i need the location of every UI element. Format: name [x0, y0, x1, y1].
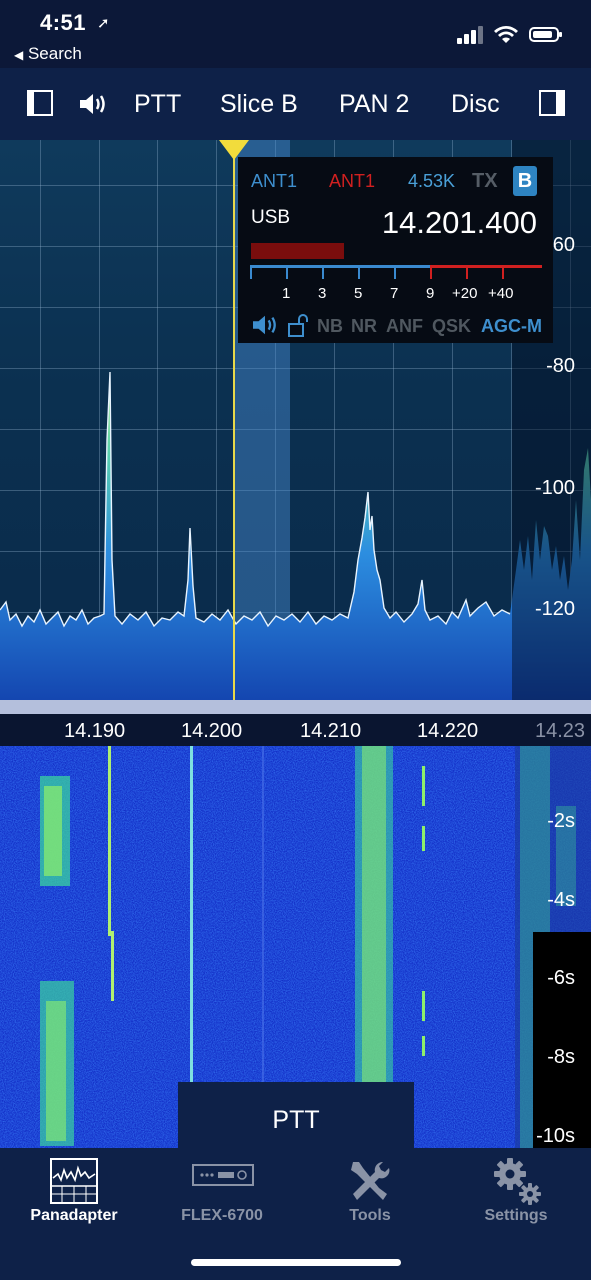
- pan-selector-button[interactable]: PAN 2: [339, 68, 409, 140]
- dbm-label: -80: [546, 355, 575, 377]
- s-meter-label: +20: [452, 285, 478, 302]
- tx-antenna-button[interactable]: ANT1: [329, 171, 375, 192]
- frequency-scale[interactable]: 14.190 14.200 14.210 14.220 14.23: [0, 714, 591, 746]
- dbm-label: -120: [534, 598, 575, 620]
- tab-label: FLEX-6700: [181, 1207, 263, 1224]
- waterfall-time-label: -6s: [547, 967, 575, 989]
- tab-tools[interactable]: Tools: [296, 1148, 444, 1240]
- waterfall-time-label: -10s: [536, 1125, 575, 1147]
- tab-label: Panadapter: [30, 1207, 118, 1224]
- radio-icon: [192, 1164, 254, 1186]
- mode-selector[interactable]: USB: [251, 207, 290, 229]
- s-meter-label: 9: [426, 285, 435, 302]
- slice-frequency[interactable]: 14.201.400: [382, 205, 537, 241]
- s-meter-label: 7: [390, 285, 399, 302]
- slice-letter-badge[interactable]: B: [513, 166, 537, 196]
- tab-flex-6700[interactable]: FLEX-6700: [148, 1148, 296, 1240]
- location-arrow-icon: ➚: [97, 15, 110, 32]
- nb-toggle[interactable]: NB: [317, 316, 343, 337]
- home-indicator[interactable]: [191, 1259, 401, 1266]
- waterfall-time-label: -8s: [547, 1046, 575, 1068]
- waterfall-time-scale-dark: [533, 932, 591, 1148]
- s-meter-scale: [250, 265, 542, 287]
- panadapter-drag-bar[interactable]: [0, 700, 591, 714]
- ptt-toolbar-button[interactable]: PTT: [134, 68, 181, 140]
- settings-icon: [494, 1158, 541, 1205]
- s-meter-label: 3: [318, 285, 327, 302]
- s-meter-label: +40: [488, 285, 514, 302]
- slice-selector-button[interactable]: Slice B: [220, 68, 298, 140]
- tools-icon: [351, 1161, 390, 1200]
- waterfall-time-label: -2s: [547, 810, 575, 832]
- s-meter-bar: [251, 243, 344, 259]
- panadapter-icon: [50, 1158, 98, 1204]
- filter-width-button[interactable]: 4.53K: [408, 171, 455, 192]
- status-time: 4:51: [40, 10, 87, 35]
- tab-panadapter[interactable]: Panadapter: [0, 1148, 148, 1240]
- nr-toggle[interactable]: NR: [351, 316, 377, 337]
- battery-icon: [529, 27, 562, 42]
- status-bar: 4:51 ➚ ◀ Search: [0, 0, 591, 68]
- back-search-label: Search: [27, 44, 82, 63]
- disconnect-button[interactable]: Disc: [451, 68, 500, 140]
- waterfall-time-label: -4s: [547, 889, 575, 911]
- tab-label: Tools: [349, 1207, 391, 1224]
- speaker-icon[interactable]: [78, 91, 108, 117]
- ptt-button[interactable]: PTT: [178, 1082, 414, 1148]
- tx-toggle-button[interactable]: TX: [472, 170, 498, 193]
- slice-audio-speaker-icon[interactable]: [251, 313, 279, 337]
- back-triangle-icon: ◀: [14, 48, 24, 62]
- back-to-search-link[interactable]: ◀ Search: [14, 44, 82, 64]
- s-meter-label: 5: [354, 285, 363, 302]
- tab-label: Settings: [484, 1207, 548, 1224]
- dbm-label: -100: [534, 477, 575, 499]
- left-panel-toggle-icon[interactable]: [27, 90, 53, 116]
- top-toolbar: PTT Slice B PAN 2 Disc: [0, 68, 591, 140]
- anf-toggle[interactable]: ANF: [386, 316, 423, 337]
- cellular-signal-icon: [457, 26, 483, 44]
- agc-mode-button[interactable]: AGC-M: [481, 316, 542, 337]
- qsk-toggle[interactable]: QSK: [432, 316, 471, 337]
- frequency-tick-label: 14.210: [300, 720, 362, 742]
- status-icons: [457, 24, 567, 46]
- frequency-tick-label: 14.190: [64, 720, 126, 742]
- unlock-icon[interactable]: [287, 314, 309, 338]
- frequency-tick-label: 14.200: [181, 720, 243, 742]
- s-meter-label: 1: [282, 285, 291, 302]
- frequency-tick-label: 14.220: [417, 720, 479, 742]
- right-panel-toggle-icon[interactable]: [539, 90, 565, 116]
- tab-settings[interactable]: Settings: [442, 1148, 590, 1240]
- slice-frequency-marker[interactable]: [233, 140, 235, 715]
- wifi-icon: [494, 26, 518, 43]
- frequency-tick-label: 14.23: [535, 720, 586, 742]
- rx-antenna-button[interactable]: ANT1: [251, 171, 297, 192]
- slice-flag: ANT1 ANT1 4.53K TX B USB 14.201.400 1 3 …: [238, 157, 553, 343]
